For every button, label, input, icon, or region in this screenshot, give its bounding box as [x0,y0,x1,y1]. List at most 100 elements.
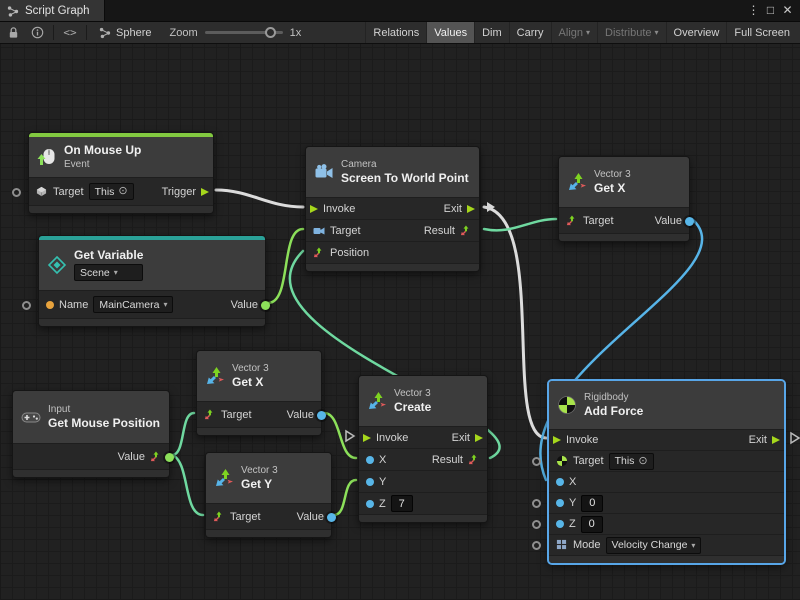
values-button[interactable]: Values [426,22,474,43]
graph-name: Sphere [116,27,151,39]
rigidbody-mini-icon[interactable] [556,455,568,467]
relations-button[interactable]: Relations [365,22,426,43]
vec-icon[interactable] [213,511,225,523]
flow-output-arrow[interactable] [201,188,209,196]
get-variable-node[interactable]: Get VariableScene▾NameMainCamera▾Value [38,235,266,327]
vector-port-icon[interactable] [460,225,472,237]
get-y-node[interactable]: Vector 3Get YTargetValue [205,452,332,538]
full-screen-button[interactable]: Full Screen [726,22,797,43]
node-footer [359,514,487,522]
graph-canvas[interactable]: On Mouse UpEventTargetThis⊙TriggerGet Va… [0,44,800,600]
input-icon [21,407,41,427]
value-output-dot[interactable] [317,411,326,420]
flow-input-arrow[interactable] [310,205,318,213]
vec-icon[interactable] [566,215,578,227]
value-output-dot[interactable] [261,301,270,310]
lock-icon[interactable] [3,24,23,42]
port-left-group: X [366,454,386,466]
this-target-chip[interactable]: This⊙ [609,453,654,470]
connection-wire-2[interactable] [268,229,303,303]
flow-output-arrow[interactable] [475,434,483,442]
code-view-icon[interactable]: <> [60,24,80,42]
value-field[interactable]: 0 [581,495,603,512]
node-port-rows: InvokeExitXResultYZ7 [359,426,487,514]
zoom-slider[interactable] [205,31,283,34]
value-input-dot[interactable] [46,301,54,309]
value-input-dot[interactable] [556,478,564,486]
connection-wire-9[interactable] [334,480,356,515]
value-output-dot[interactable] [327,513,336,522]
enum-icon[interactable] [556,539,568,551]
flow-output-arrow[interactable] [467,205,475,213]
connection-wire-7[interactable] [172,455,203,515]
node-subtitle: Vector 3 [232,363,269,374]
connection-wire-4[interactable] [484,219,556,230]
dim-button[interactable]: Dim [474,22,509,43]
value-field[interactable]: 0 [581,516,603,533]
vector-port-icon[interactable] [150,451,162,463]
camera-mini-icon[interactable] [313,225,325,237]
scene-scope-dropdown[interactable]: Scene▾ [74,264,143,281]
button-label: Align [559,27,583,39]
distribute-button[interactable]: Distribute▾ [597,22,665,43]
zoom-handle[interactable] [265,27,276,38]
port-row: InvokeExit [359,426,487,448]
align-button[interactable]: Align▾ [551,22,597,43]
vec-icon[interactable] [313,247,325,259]
on-mouse-up-node[interactable]: On Mouse UpEventTargetThis⊙Trigger [28,132,214,214]
value-input-dot[interactable] [556,520,564,528]
carry-button[interactable]: Carry [509,22,551,43]
menu-icon[interactable]: ⋮ [745,0,762,21]
flow-output-arrow[interactable] [772,436,780,444]
port-row: TargetResult [306,219,479,241]
tab-script-graph[interactable]: Script Graph [0,0,105,21]
value-input-dot[interactable] [366,456,374,464]
get-x-node[interactable]: Vector 3Get XTargetValue [196,350,322,436]
value-output-dot[interactable] [165,453,174,462]
value-input-dot[interactable] [556,499,564,507]
value-input-dot[interactable] [366,500,374,508]
create-vector-3-node[interactable]: Vector 3CreateInvokeExitXResultYZ7 [358,375,488,523]
vec-icon[interactable] [204,409,216,421]
overview-button[interactable]: Overview [666,22,727,43]
node-port-rows: TargetValue [559,207,689,233]
unconnected-port-circle[interactable] [532,541,541,550]
maximize-icon[interactable]: □ [762,0,779,21]
get-x-top-node[interactable]: Vector 3Get XTargetValue [558,156,690,242]
unconnected-port-circle[interactable] [532,457,541,466]
vector-port-icon[interactable] [468,454,480,466]
graph-asset-chip[interactable]: Sphere [93,27,157,39]
flow-input-arrow[interactable] [363,434,371,442]
camera-icon [314,162,334,182]
flow-arrow-marker [791,433,799,443]
port-label: Trigger [162,186,196,198]
this-target-chip[interactable]: This⊙ [89,183,134,200]
close-icon[interactable]: ✕ [779,0,796,21]
add-force-node[interactable]: RigidbodyAdd ForceInvokeExitTargetThis⊙X… [548,380,785,564]
unconnected-port-circle[interactable] [532,499,541,508]
value-input-dot[interactable] [366,478,374,486]
unconnected-port-circle[interactable] [12,188,21,197]
screen-to-world-point-node[interactable]: CameraScreen To World PointInvokeExitTar… [305,146,480,272]
unconnected-port-circle[interactable] [532,520,541,529]
value-field[interactable]: 7 [391,495,413,512]
dropdown-chip[interactable]: MainCamera▾ [93,296,173,313]
port-label: Value [287,409,314,421]
flow-input-arrow[interactable] [553,436,561,444]
port-label: Value [118,451,145,463]
connection-wire-0[interactable] [216,190,303,207]
get-mouse-position-node[interactable]: InputGet Mouse PositionValue [12,390,170,478]
node-subtitle: Vector 3 [594,169,631,180]
info-icon[interactable] [27,24,47,42]
value-output-dot[interactable] [685,217,694,226]
button-label: Full Screen [734,27,790,39]
connection-wire-1[interactable] [484,207,546,438]
gameobject-icon[interactable] [36,186,48,198]
dropdown-chip[interactable]: Velocity Change▾ [606,537,702,554]
port-row: NameMainCamera▾Value [39,290,265,318]
unconnected-port-circle[interactable] [22,301,31,310]
port-left-group: Invoke [313,203,355,215]
connection-wire-6[interactable] [172,413,194,455]
vector3-icon [214,468,234,488]
port-right-group: Trigger [162,186,206,198]
